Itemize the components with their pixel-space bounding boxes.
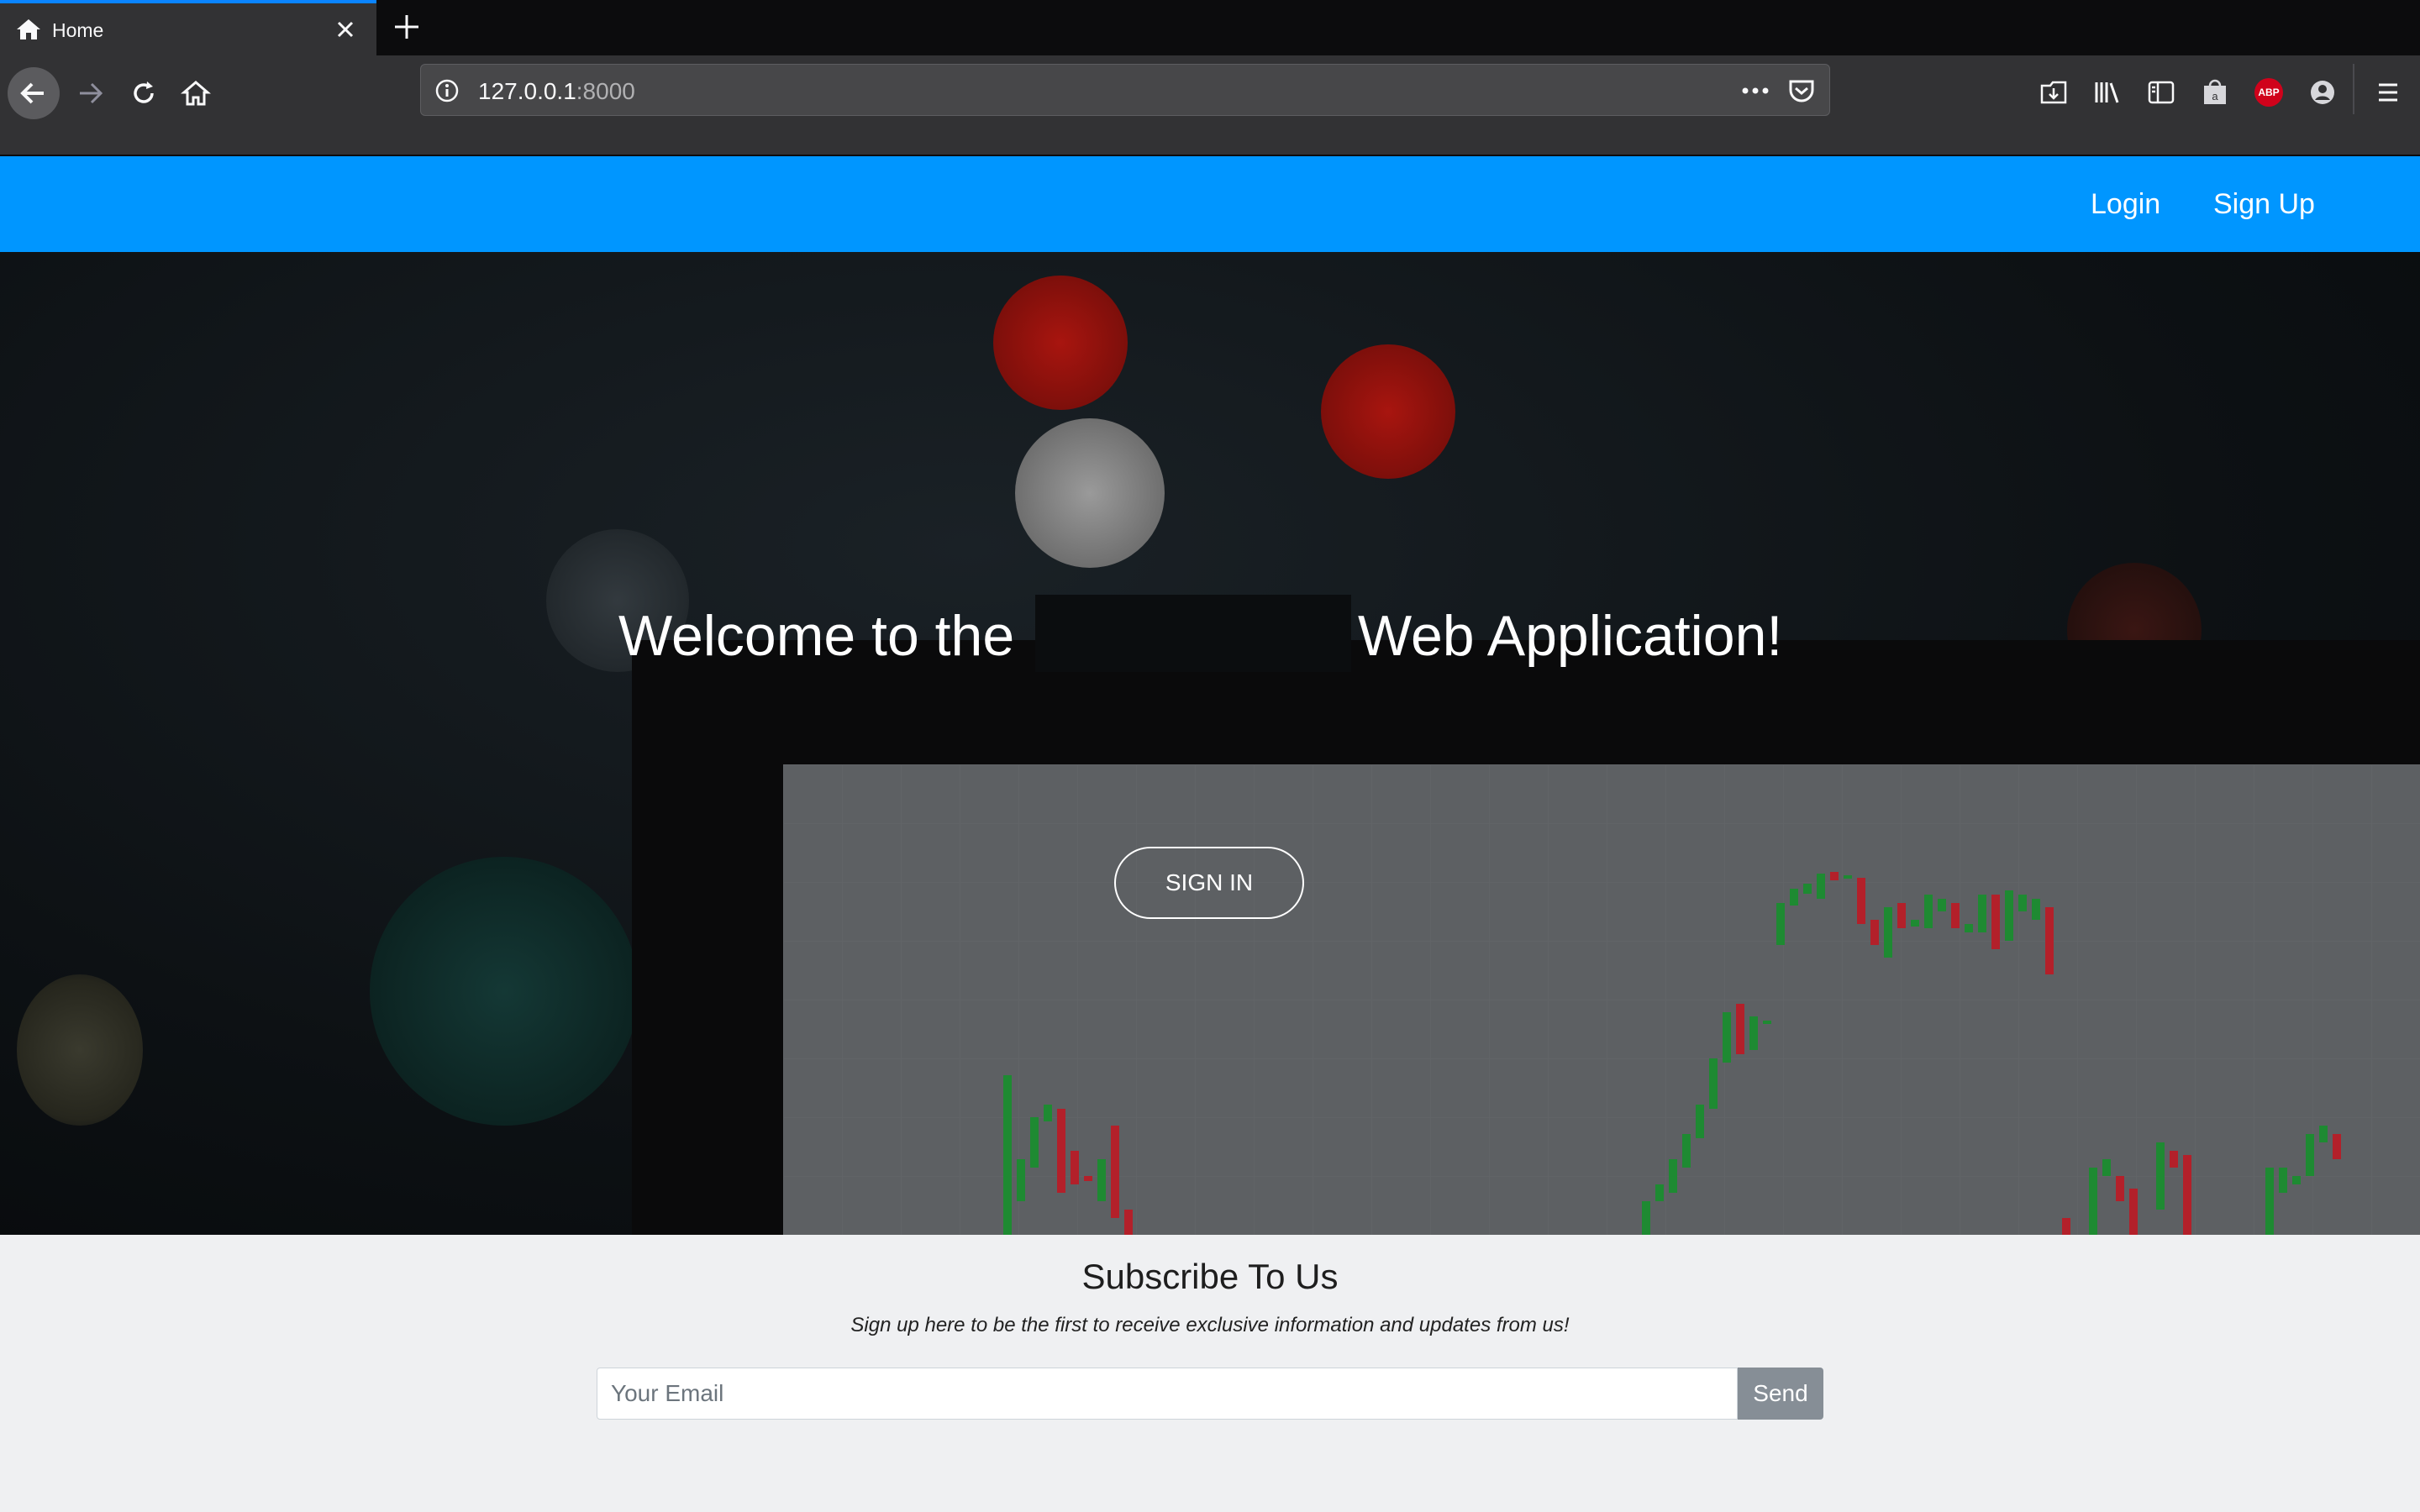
sidebar-icon xyxy=(2148,81,2175,104)
account-icon xyxy=(2311,81,2334,104)
bokeh-light xyxy=(1015,418,1165,568)
site-header: Login Sign Up xyxy=(0,156,2420,252)
shopping-bag-icon: a xyxy=(2204,79,2226,104)
account-button[interactable] xyxy=(2304,74,2341,111)
adblock-button[interactable]: ABP xyxy=(2250,74,2287,111)
home-icon xyxy=(181,81,211,106)
bokeh-light xyxy=(370,857,639,1126)
chart-screen-image xyxy=(783,764,2420,1235)
arrow-left-icon xyxy=(20,82,44,104)
sidebar-button[interactable] xyxy=(2143,74,2180,111)
adblock-icon: ABP xyxy=(2254,78,2283,107)
home-button[interactable] xyxy=(170,67,222,119)
home-icon xyxy=(17,19,40,39)
tab-bar: Home xyxy=(0,0,2420,55)
login-link[interactable]: Login xyxy=(2091,188,2160,221)
svg-text:a: a xyxy=(2212,90,2218,102)
redacted-name-block xyxy=(1035,595,1351,672)
hamburger-menu-icon xyxy=(2379,83,2397,102)
info-icon[interactable] xyxy=(434,78,460,103)
bokeh-light xyxy=(17,974,143,1126)
shopping-bag-button[interactable]: a xyxy=(2196,74,2233,111)
bokeh-light xyxy=(1321,344,1455,479)
browser-window: Home 127.0.0.1:8000 a ABP Login Sign Up … xyxy=(0,0,2420,1512)
downloads-button[interactable] xyxy=(2035,74,2072,111)
new-tab-plus-icon[interactable] xyxy=(392,12,422,42)
tab-home[interactable]: Home xyxy=(0,0,376,55)
url-text[interactable]: 127.0.0.1:8000 xyxy=(478,78,635,105)
url-port: :8000 xyxy=(576,78,635,104)
library-button[interactable] xyxy=(2089,74,2126,111)
bokeh-light xyxy=(993,276,1128,410)
candlestick-decoration xyxy=(1003,872,2341,1235)
subscribe-section: Subscribe To Us Sign up here to be the f… xyxy=(0,1235,2420,1512)
hero-title-suffix: Web Application! xyxy=(1358,604,1783,668)
reload-button[interactable] xyxy=(118,67,170,119)
menu-button[interactable] xyxy=(2370,74,2407,111)
more-actions-icon[interactable] xyxy=(1739,78,1772,103)
url-bar[interactable]: 127.0.0.1:8000 xyxy=(420,64,1830,116)
pocket-icon[interactable] xyxy=(1787,76,1816,105)
toolbar-separator xyxy=(2353,64,2354,114)
signup-link[interactable]: Sign Up xyxy=(2213,188,2315,221)
reload-icon xyxy=(134,81,154,103)
back-button[interactable] xyxy=(8,67,60,119)
email-input[interactable] xyxy=(597,1368,1738,1420)
hero-section: Welcome to the Web Application! SIGN IN xyxy=(0,252,2420,1235)
send-button[interactable]: Send xyxy=(1738,1368,1823,1420)
subscribe-description: Sign up here to be the first to receive … xyxy=(850,1314,1570,1336)
downloads-icon xyxy=(2040,81,2067,104)
subscribe-title: Subscribe To Us xyxy=(1081,1257,1339,1296)
browser-navbar: 127.0.0.1:8000 a ABP xyxy=(0,55,2420,156)
tab-title: Home xyxy=(52,19,104,41)
library-icon xyxy=(2095,82,2119,103)
close-icon[interactable] xyxy=(333,17,358,42)
url-host: 127.0.0.1 xyxy=(478,78,576,104)
hero-title-prefix: Welcome to the xyxy=(618,604,1015,668)
arrow-right-icon xyxy=(80,82,103,104)
sign-in-button[interactable]: SIGN IN xyxy=(1114,847,1304,919)
forward-button[interactable] xyxy=(64,67,116,119)
